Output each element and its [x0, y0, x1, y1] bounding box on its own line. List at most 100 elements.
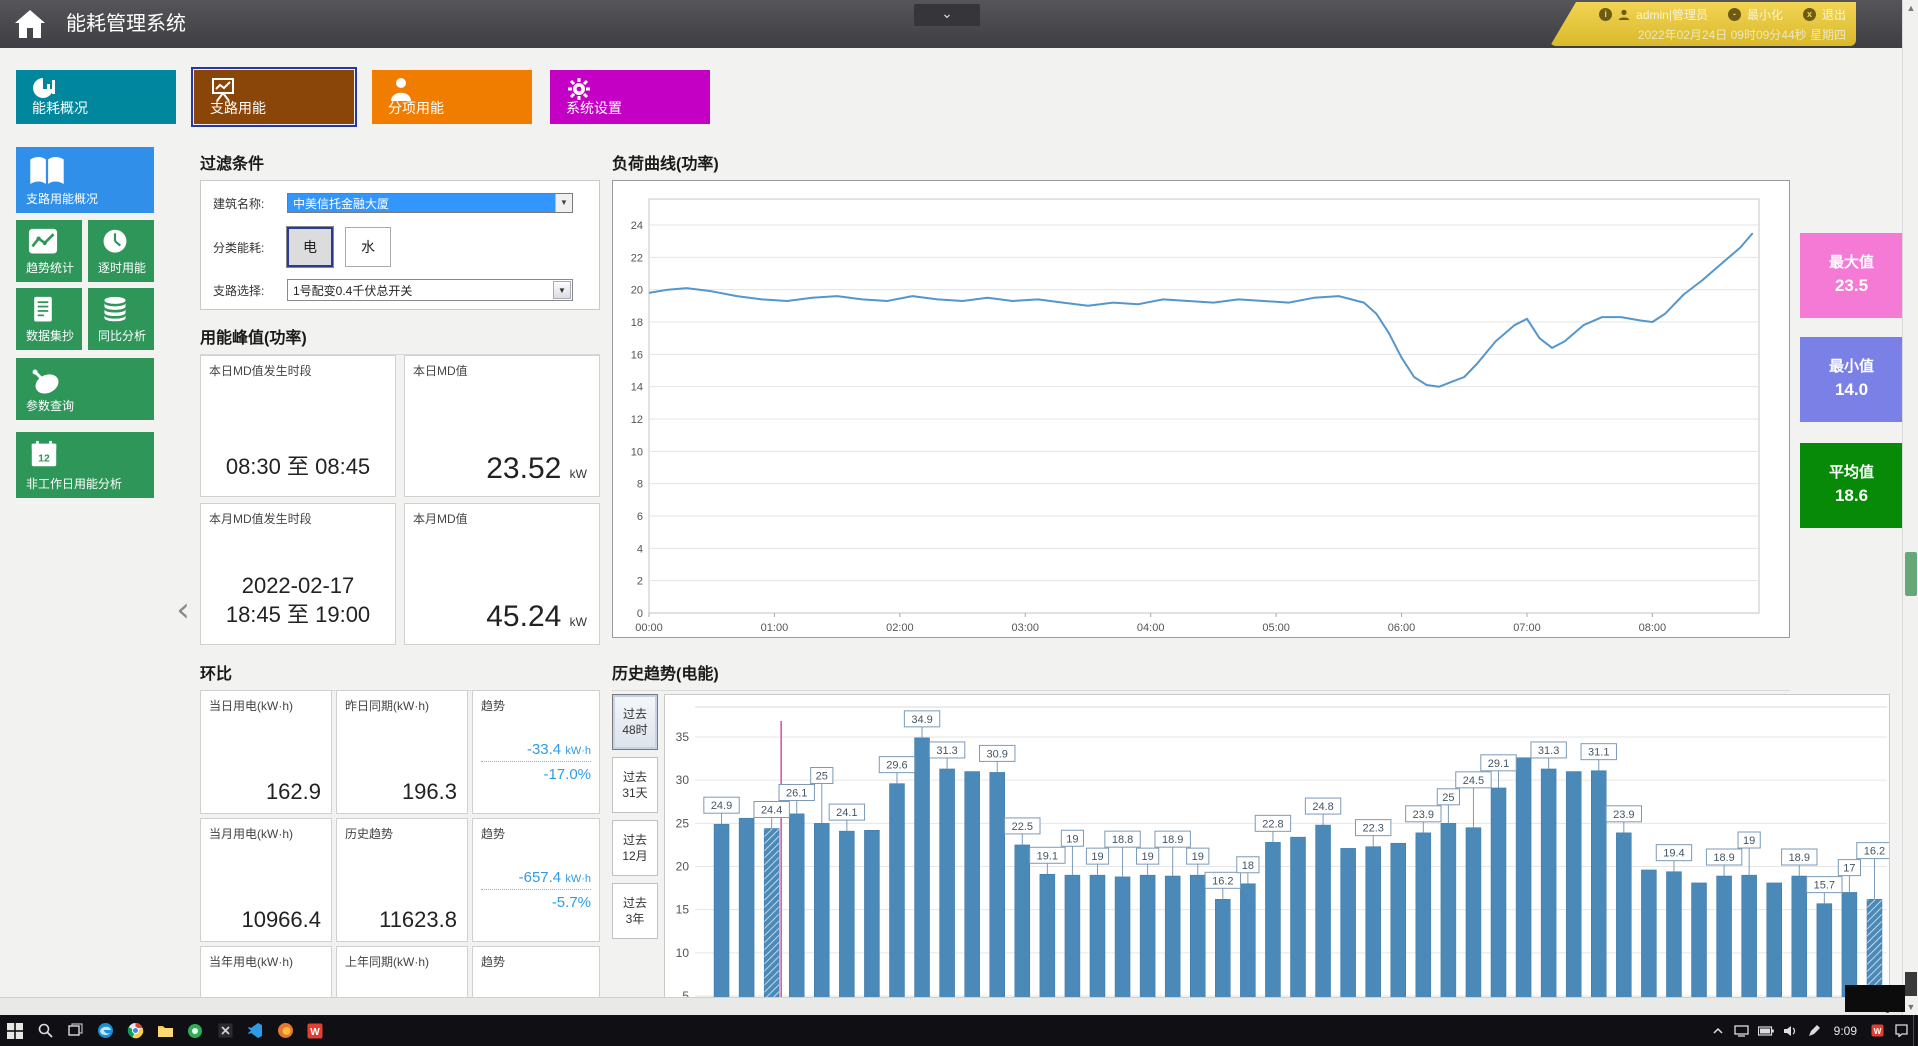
bar-31[interactable]: [1491, 788, 1506, 997]
bar-32[interactable]: [1516, 758, 1531, 997]
building-select[interactable]: 中美信托金融大厦 ▼: [287, 193, 573, 213]
battery-icon[interactable]: [1754, 1015, 1778, 1046]
taskbar-clock[interactable]: 9:09: [1826, 1024, 1865, 1038]
tab-分项用能[interactable]: 分项用能: [372, 70, 532, 124]
scroll-up-icon[interactable]: ▲: [1903, 0, 1918, 16]
sidebar-item-趋势统计[interactable]: 趋势统计: [16, 220, 82, 282]
bar-20[interactable]: [1215, 899, 1230, 997]
bar-3[interactable]: [789, 814, 804, 997]
bar-26[interactable]: [1366, 847, 1381, 997]
bar-36[interactable]: [1616, 833, 1631, 997]
bar-44[interactable]: [1817, 904, 1832, 997]
wps-tray-icon[interactable]: W: [1865, 1015, 1889, 1046]
logout-label[interactable]: 退出: [1822, 6, 1846, 23]
bar-17[interactable]: [1140, 875, 1155, 997]
pen-icon[interactable]: [1802, 1015, 1826, 1046]
tab-能耗概况[interactable]: 能耗概况: [16, 70, 176, 124]
chevron-down-icon[interactable]: ⌄: [914, 4, 980, 26]
bar-19[interactable]: [1190, 875, 1205, 997]
sidebar-item-数据集抄[interactable]: 数据集抄: [16, 288, 82, 350]
bar-4[interactable]: [814, 823, 829, 997]
bar-13[interactable]: [1040, 874, 1055, 997]
bar-45[interactable]: [1842, 892, 1857, 997]
bar-28[interactable]: [1416, 833, 1431, 997]
bar-40[interactable]: [1717, 876, 1732, 997]
chrome-icon[interactable]: [120, 1015, 150, 1046]
info-icon[interactable]: i: [1599, 8, 1612, 21]
combo-arrow-icon[interactable]: ▼: [553, 281, 571, 299]
tab-支路用能[interactable]: 支路用能: [194, 70, 354, 124]
bar-23[interactable]: [1291, 837, 1306, 997]
logout-icon[interactable]: x: [1803, 8, 1816, 21]
bar-14[interactable]: [1065, 875, 1080, 997]
bar-41[interactable]: [1742, 875, 1757, 997]
bar-5[interactable]: [839, 831, 854, 997]
home-icon[interactable]: [14, 9, 46, 39]
bar-43[interactable]: [1792, 876, 1807, 997]
bar-7[interactable]: [889, 784, 904, 997]
bar-46[interactable]: [1867, 899, 1882, 997]
edge-icon[interactable]: [90, 1015, 120, 1046]
vertical-scroll-thumb2[interactable]: [1905, 972, 1917, 996]
bar-34[interactable]: [1566, 772, 1581, 997]
bar-0[interactable]: [714, 824, 729, 997]
combo-arrow-icon[interactable]: ▼: [555, 194, 572, 212]
network-icon[interactable]: [1730, 1015, 1754, 1046]
branch-select[interactable]: 1号配变0.4千伏总开关 ▼: [287, 279, 573, 301]
energy-option-电[interactable]: 电: [287, 227, 333, 267]
volume-icon[interactable]: [1778, 1015, 1802, 1046]
sidebar-item-非工作日用能分析[interactable]: 12非工作日用能分析: [16, 432, 154, 498]
taskview-icon[interactable]: [60, 1015, 90, 1046]
energy-option-水[interactable]: 水: [345, 227, 391, 267]
firefox-icon[interactable]: [270, 1015, 300, 1046]
bar-9[interactable]: [940, 769, 955, 997]
wps-icon[interactable]: W: [300, 1015, 330, 1046]
bar-16[interactable]: [1115, 877, 1130, 997]
bar-10[interactable]: [965, 772, 980, 997]
green-app-icon[interactable]: [180, 1015, 210, 1046]
bar-33[interactable]: [1541, 769, 1556, 997]
bar-2[interactable]: [764, 829, 779, 997]
bar-15[interactable]: [1090, 875, 1105, 997]
folder-icon[interactable]: [150, 1015, 180, 1046]
sidebar-item-同比分析[interactable]: 同比分析: [88, 288, 154, 350]
bar-27[interactable]: [1391, 843, 1406, 997]
bar-6[interactable]: [864, 830, 879, 997]
bar-25[interactable]: [1341, 848, 1356, 997]
vertical-scroll-thumb[interactable]: [1905, 552, 1917, 596]
scroll-down-icon[interactable]: ▼: [1903, 999, 1918, 1015]
period-button-过去12月[interactable]: 过去12月: [612, 820, 658, 876]
page-vertical-scrollbar[interactable]: ▲ ▼: [1902, 0, 1918, 1015]
period-button-过去31天[interactable]: 过去31天: [612, 757, 658, 813]
bar-35[interactable]: [1591, 771, 1606, 997]
sidebar-item-逐时用能[interactable]: 逐时用能: [88, 220, 154, 282]
bar-39[interactable]: [1692, 883, 1707, 997]
bar-21[interactable]: [1240, 884, 1255, 997]
bar-8[interactable]: [915, 738, 930, 997]
bar-37[interactable]: [1641, 870, 1656, 997]
minimize-label[interactable]: 最小化: [1747, 6, 1783, 23]
notification-icon[interactable]: [1889, 1015, 1913, 1046]
tab-系统设置[interactable]: 系统设置: [550, 70, 710, 124]
dev-app-icon[interactable]: [210, 1015, 240, 1046]
sidebar-item-参数查询[interactable]: 参数查询: [16, 358, 154, 420]
bar-30[interactable]: [1466, 828, 1481, 997]
period-button-过去48时[interactable]: 过去48时: [612, 694, 658, 750]
bar-38[interactable]: [1666, 872, 1681, 997]
show-desktop-button[interactable]: [1913, 1015, 1918, 1046]
bar-18[interactable]: [1165, 876, 1180, 997]
tray-expand-icon[interactable]: [1706, 1015, 1730, 1046]
bar-1[interactable]: [739, 818, 754, 997]
period-button-过去3年[interactable]: 过去3年: [612, 883, 658, 939]
bar-12[interactable]: [1015, 845, 1030, 997]
collapse-panel-icon[interactable]: ‹: [172, 590, 194, 630]
sidebar-item-支路用能概况[interactable]: 支路用能概况: [16, 147, 154, 213]
bar-22[interactable]: [1265, 842, 1280, 997]
bar-24[interactable]: [1316, 825, 1331, 997]
bar-29[interactable]: [1441, 823, 1456, 997]
search-icon[interactable]: [30, 1015, 60, 1046]
page-horizontal-scrollbar[interactable]: ❯: [0, 997, 1902, 1015]
vscode-icon[interactable]: [240, 1015, 270, 1046]
bar-42[interactable]: [1767, 883, 1782, 997]
minimize-icon[interactable]: -: [1728, 8, 1741, 21]
